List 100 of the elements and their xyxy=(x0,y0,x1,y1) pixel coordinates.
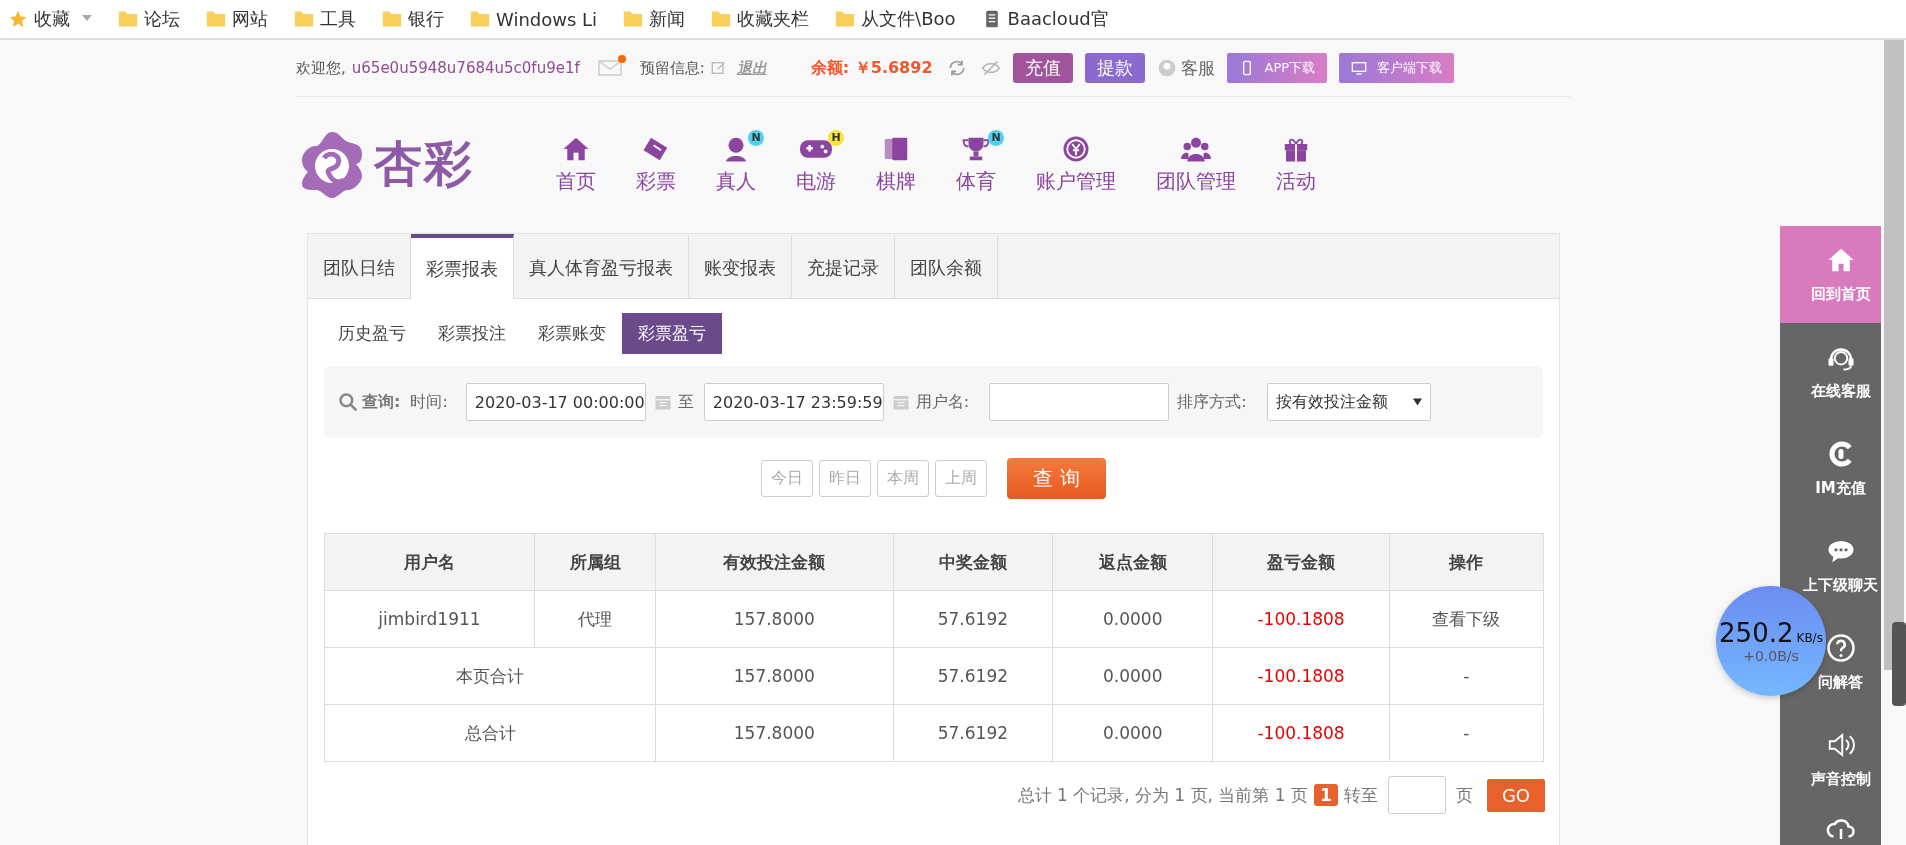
nav-link[interactable]: 棋牌 xyxy=(876,167,916,195)
client-download-button[interactable]: 客户端下载 xyxy=(1339,53,1455,83)
folder-icon xyxy=(380,9,404,29)
upload-speed: +0.0B/s xyxy=(1743,648,1799,664)
page-number-field[interactable] xyxy=(1387,776,1446,814)
monitor-icon xyxy=(1351,60,1368,76)
sub-tab[interactable]: 彩票盈亏 xyxy=(622,313,722,354)
question-icon xyxy=(1825,633,1856,663)
reserved-info-label: 预留信息: xyxy=(639,58,705,78)
username-field[interactable] xyxy=(989,383,1170,421)
bookmark-link[interactable]: Windows Li xyxy=(496,8,598,30)
nav-link[interactable]: 活动 xyxy=(1276,167,1316,195)
to-label: 至 xyxy=(677,391,694,413)
table-cell: 0.0000 xyxy=(1052,704,1213,762)
sub-tab[interactable]: 彩票投注 xyxy=(422,313,522,354)
sub-tab[interactable]: 彩票账变 xyxy=(522,313,622,354)
column-header: 中奖金额 xyxy=(893,533,1053,591)
bookmark-link[interactable]: 从文件\Boo xyxy=(861,7,956,31)
bookmark-link[interactable]: 银行 xyxy=(408,7,444,31)
mail-icon[interactable] xyxy=(597,60,622,76)
bookmark-link[interactable]: 论坛 xyxy=(144,7,180,31)
table-cell: jimbird1911 xyxy=(324,590,535,648)
bookmark-link[interactable]: 网站 xyxy=(232,7,268,31)
scrollbar[interactable] xyxy=(1884,40,1904,670)
edit-icon xyxy=(710,60,727,76)
table-cell: 57.6192 xyxy=(893,704,1053,762)
nav-link[interactable]: 团队管理 xyxy=(1156,167,1236,195)
column-header: 用户名 xyxy=(324,533,535,591)
column-header: 操作 xyxy=(1389,533,1544,591)
pagination-summary: 总计 1 个记录, 分为 1 页, 当前第 1 页 xyxy=(1017,783,1309,807)
table-cell: -100.1808 xyxy=(1212,704,1390,762)
caret-icon xyxy=(82,15,92,23)
table-cell: 0.0000 xyxy=(1052,647,1213,705)
side-nav-item[interactable]: 在线客服 xyxy=(1780,323,1881,420)
search-icon xyxy=(338,392,358,412)
nav-link[interactable]: 首页 xyxy=(556,167,596,195)
table-cell: 57.6192 xyxy=(893,590,1053,648)
table-cell: 代理 xyxy=(534,590,656,648)
bookmark-link[interactable]: 新闻 xyxy=(649,7,686,31)
nav-link[interactable]: 体育 xyxy=(956,167,996,195)
logo-text[interactable]: 杏彩 xyxy=(374,132,474,196)
table-cell: 本页合计 xyxy=(324,647,656,705)
column-header: 盈亏金额 xyxy=(1212,533,1390,591)
report-tab[interactable]: 真人体育盈亏报表 xyxy=(514,234,689,298)
download-speed: 250.2 xyxy=(1719,618,1794,648)
side-nav-item[interactable]: 声音控制 xyxy=(1780,711,1881,808)
current-page[interactable]: 1 xyxy=(1314,784,1338,806)
new-badge: N xyxy=(988,129,1004,146)
table-cell: 157.8000 xyxy=(655,704,894,762)
column-header: 有效投注金额 xyxy=(655,533,894,591)
report-tab[interactable]: 账变报表 xyxy=(689,234,792,298)
nav-link[interactable]: 电游 xyxy=(796,167,836,195)
new-badge: N xyxy=(748,129,764,146)
table-cell: - xyxy=(1389,704,1544,762)
report-tab[interactable]: 充提记录 xyxy=(792,234,895,298)
bookmark-link[interactable]: Baacloud官 xyxy=(1007,7,1109,31)
calendar-icon xyxy=(653,393,672,411)
end-time-field[interactable]: 2020-03-17 23:59:59 xyxy=(703,383,884,421)
sort-label: 排序方式: xyxy=(1177,391,1247,413)
folder-icon xyxy=(116,9,140,29)
welcome-text: 欢迎您, xyxy=(296,58,346,78)
recharge-button[interactable]: 充值 xyxy=(1012,53,1073,83)
table-cell: 57.6192 xyxy=(893,647,1053,705)
nav-link[interactable]: 账户管理 xyxy=(1036,167,1116,195)
customer-service-link[interactable]: 客服 xyxy=(1180,56,1215,80)
nav-link[interactable]: 真人 xyxy=(716,167,756,195)
table-cell: 0.0000 xyxy=(1052,590,1213,648)
query-button[interactable]: 查 询 xyxy=(1007,458,1106,499)
side-nav-item[interactable]: 上下级聊天 xyxy=(1780,517,1881,614)
folder-icon xyxy=(204,9,228,29)
bookmark-link[interactable]: 收藏 xyxy=(34,7,70,31)
bookmark-link[interactable]: 收藏夹栏 xyxy=(737,7,810,31)
report-tab[interactable]: 彩票报表 xyxy=(411,234,514,299)
column-header: 所属组 xyxy=(534,533,656,591)
goto-label: 转至 xyxy=(1343,783,1378,807)
username-label: 用户名: xyxy=(915,391,970,413)
bookmark-link[interactable]: 工具 xyxy=(320,7,356,31)
sort-select[interactable]: 按有效投注金额 xyxy=(1266,383,1431,421)
table-cell: 157.8000 xyxy=(655,647,894,705)
time-label: 时间: xyxy=(410,391,448,413)
go-button[interactable]: GO xyxy=(1486,778,1545,812)
sub-tab[interactable]: 历史盈亏 xyxy=(322,313,422,354)
start-time-field[interactable]: 2020-03-17 00:00:00 xyxy=(465,383,646,421)
level-meter-icon xyxy=(1892,622,1906,706)
calendar-icon xyxy=(891,393,910,411)
hidden-eye-icon xyxy=(980,58,1001,78)
page-unit-label: 页 xyxy=(1455,783,1473,807)
gamepad-icon xyxy=(800,139,832,158)
report-tab[interactable]: 团队余额 xyxy=(895,234,998,298)
folder-icon xyxy=(292,9,316,29)
side-nav-item[interactable]: IM充值 xyxy=(1780,420,1881,517)
speed-unit: KB/s xyxy=(1796,631,1823,645)
withdraw-button[interactable]: 提款 xyxy=(1084,53,1145,83)
dropdown-caret-icon xyxy=(1412,398,1422,406)
nav-link[interactable]: 彩票 xyxy=(636,167,676,195)
table-cell: -100.1808 xyxy=(1212,647,1390,705)
column-header: 返点金额 xyxy=(1052,533,1213,591)
person-icon xyxy=(1156,58,1177,78)
view-subordinates-link[interactable]: 查看下级 xyxy=(1389,590,1544,648)
query-label: 查询: xyxy=(362,391,401,413)
